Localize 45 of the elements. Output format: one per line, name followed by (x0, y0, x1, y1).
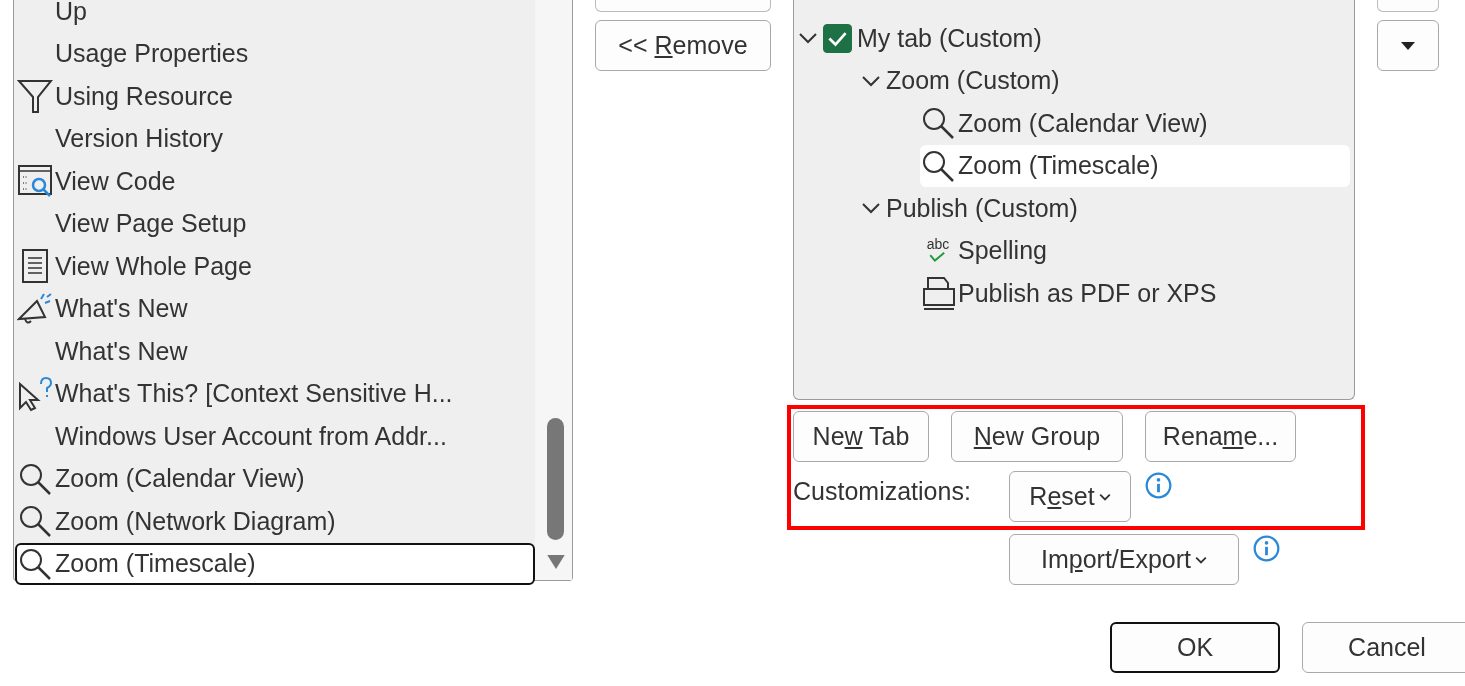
command-item[interactable]: Using Resource (15, 75, 535, 118)
command-item[interactable]: View Code (15, 160, 535, 203)
command-item[interactable]: Zoom (Calendar View) (15, 457, 535, 500)
reset-button[interactable]: Reset (1009, 471, 1131, 522)
tree-item[interactable]: Zoom (Custom) (860, 59, 1350, 102)
command-item[interactable]: What's This? [Context Sensitive H... (15, 372, 535, 415)
command-item[interactable]: Zoom (Timescale) (15, 542, 535, 585)
command-item[interactable]: View Page Setup (15, 202, 535, 245)
command-item[interactable]: What's New (15, 287, 535, 330)
funnel-icon (17, 78, 53, 115)
customizations-label: Customizations: (793, 477, 972, 506)
publish-icon (920, 275, 956, 312)
tab-action-button[interactable]: Rename... (1145, 411, 1296, 462)
scrollbar[interactable] (535, 0, 572, 580)
caret-icon (1401, 41, 1415, 50)
megaphone-icon (17, 290, 53, 327)
command-item[interactable]: What's New (15, 330, 535, 373)
tree-item[interactable]: Publish as PDF or XPS (920, 272, 1350, 315)
scrollbar-thumb[interactable] (547, 418, 564, 540)
import-export-button[interactable]: Import/Export (1009, 534, 1239, 585)
expand-chevron-icon[interactable] (797, 31, 819, 46)
scroll-down-arrow-icon[interactable] (547, 555, 565, 569)
tree-item[interactable]: abc Spelling (920, 229, 1350, 272)
expand-chevron-icon[interactable] (860, 201, 882, 216)
command-item[interactable]: Zoom (Network Diagram) (15, 500, 535, 543)
checkbox[interactable] (823, 23, 852, 53)
command-item[interactable]: Up (15, 0, 535, 33)
info-icon[interactable] (1145, 472, 1172, 499)
command-item[interactable]: Version History (15, 117, 535, 160)
remove-button[interactable]: << Remove (595, 20, 771, 71)
tab-action-button[interactable]: New Group (951, 411, 1123, 462)
info-icon[interactable] (1253, 535, 1280, 562)
cancel-button[interactable]: Cancel (1302, 622, 1465, 673)
tree-item[interactable]: My tab (Custom) (797, 17, 1350, 60)
tab-action-button[interactable]: New Tab (793, 411, 929, 462)
tree-item[interactable]: Zoom (Timescale) (920, 144, 1350, 187)
ok-button[interactable]: OK (1110, 622, 1280, 673)
move-down-button[interactable] (1377, 20, 1439, 71)
tree-item[interactable]: Publish (Custom) (860, 187, 1350, 230)
help-pointer-icon (17, 375, 53, 412)
expand-chevron-icon[interactable] (860, 73, 882, 88)
tree-item[interactable]: Zoom (Calendar View) (920, 102, 1350, 145)
command-item[interactable]: Windows User Account from Addr... (15, 415, 535, 458)
command-item[interactable]: Usage Properties (15, 32, 535, 75)
command-item[interactable]: View Whole Page (15, 245, 535, 288)
